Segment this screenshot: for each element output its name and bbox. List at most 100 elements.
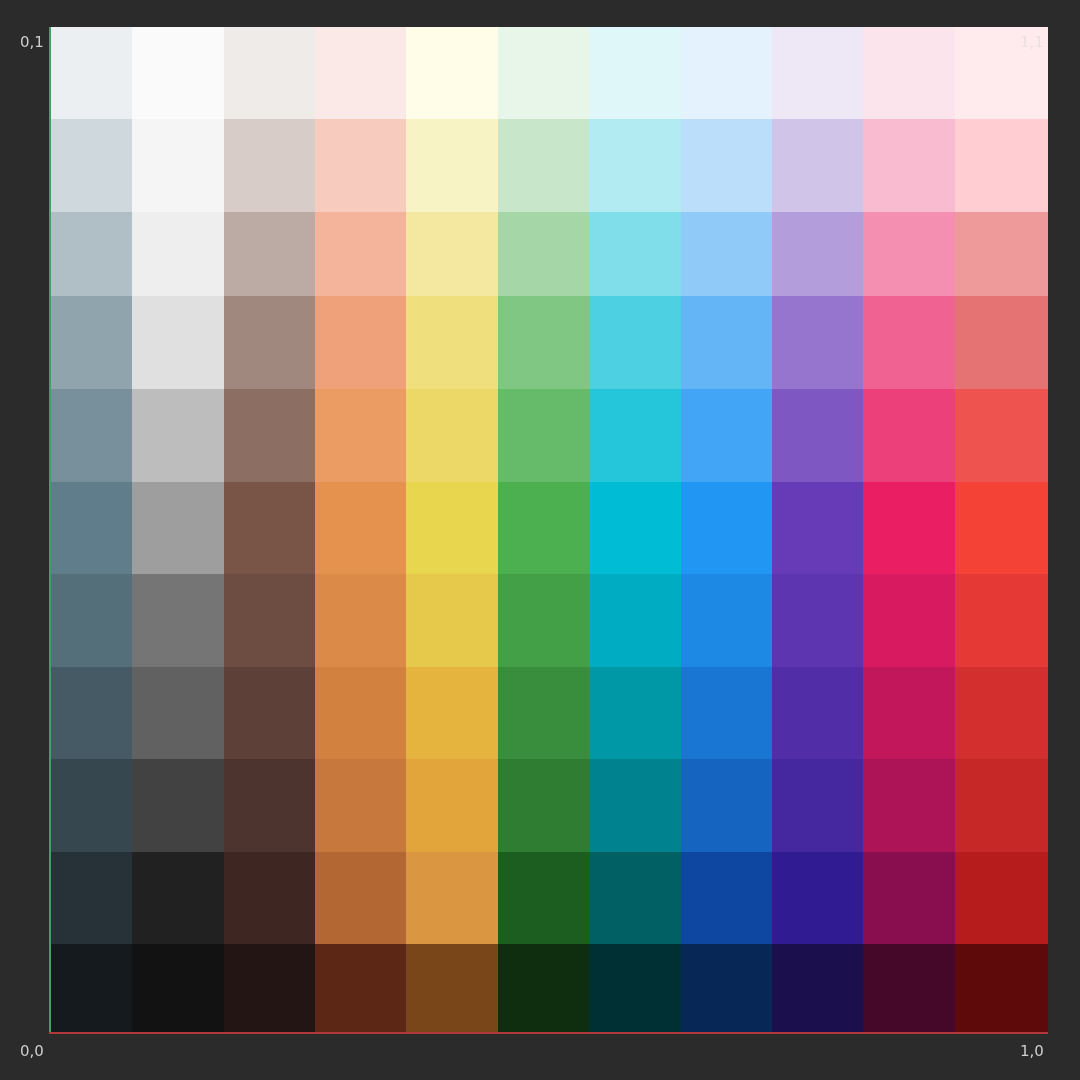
color-swatch [50, 389, 132, 482]
color-swatch [132, 296, 224, 389]
color-swatch [681, 759, 772, 852]
color-swatch [863, 212, 955, 296]
color-swatch [315, 852, 406, 944]
color-swatch [50, 212, 132, 296]
color-swatch [224, 119, 315, 212]
color-swatch [224, 27, 315, 119]
color-swatch [863, 296, 955, 389]
color-swatch [315, 119, 406, 212]
color-swatch [772, 389, 863, 482]
color-swatch [955, 212, 1048, 296]
color-swatch [50, 944, 132, 1033]
color-swatch [955, 574, 1048, 667]
color-swatch [132, 944, 224, 1033]
color-swatch [406, 852, 498, 944]
color-swatch [50, 667, 132, 759]
corner-label-top-left: 0,1 [20, 33, 44, 51]
color-swatch [955, 296, 1048, 389]
color-swatch [955, 482, 1048, 574]
color-swatch [863, 119, 955, 212]
color-swatch [498, 296, 589, 389]
color-swatch [955, 667, 1048, 759]
color-swatch [589, 852, 681, 944]
color-swatch [589, 27, 681, 119]
color-swatch [863, 667, 955, 759]
color-swatch [406, 389, 498, 482]
color-swatch [681, 389, 772, 482]
color-swatch [406, 27, 498, 119]
color-swatch [681, 27, 772, 119]
color-swatch [681, 574, 772, 667]
color-swatch [498, 212, 589, 296]
color-swatch [132, 482, 224, 574]
color-swatch [224, 944, 315, 1033]
color-swatch [589, 119, 681, 212]
color-swatch [406, 759, 498, 852]
color-swatch [772, 212, 863, 296]
color-swatch [955, 759, 1048, 852]
color-swatch [498, 667, 589, 759]
color-swatch [772, 852, 863, 944]
corner-label-bottom-right: 1,0 [1020, 1042, 1044, 1060]
color-swatch [315, 212, 406, 296]
color-swatch [406, 482, 498, 574]
color-swatch [50, 852, 132, 944]
color-swatch [863, 574, 955, 667]
color-swatch [589, 667, 681, 759]
color-swatch [772, 119, 863, 212]
color-swatch [589, 296, 681, 389]
color-swatch [132, 759, 224, 852]
color-swatch [772, 667, 863, 759]
color-swatch [863, 482, 955, 574]
color-swatch [224, 574, 315, 667]
corner-label-top-right: 1,1 [1020, 33, 1044, 51]
color-swatch [224, 212, 315, 296]
color-swatch [589, 944, 681, 1033]
color-swatch [315, 27, 406, 119]
color-swatch [498, 482, 589, 574]
color-swatch [589, 482, 681, 574]
color-swatch [406, 667, 498, 759]
color-swatch [406, 574, 498, 667]
color-swatch [224, 667, 315, 759]
uv-palette-canvas: 0,1 1,1 0,0 1,0 [0, 0, 1080, 1080]
color-swatch [406, 296, 498, 389]
color-swatch [50, 759, 132, 852]
color-swatch [498, 574, 589, 667]
color-swatch [224, 482, 315, 574]
color-swatch [132, 212, 224, 296]
color-swatch [224, 389, 315, 482]
color-swatch-grid [50, 27, 1048, 1033]
color-swatch [224, 759, 315, 852]
color-swatch [132, 389, 224, 482]
color-swatch [772, 482, 863, 574]
color-swatch [681, 212, 772, 296]
color-swatch [589, 574, 681, 667]
color-swatch [589, 759, 681, 852]
color-swatch [50, 574, 132, 667]
color-swatch [681, 667, 772, 759]
color-swatch [132, 667, 224, 759]
color-swatch [498, 27, 589, 119]
color-swatch [498, 389, 589, 482]
color-swatch [955, 852, 1048, 944]
color-swatch [863, 852, 955, 944]
color-swatch [406, 212, 498, 296]
color-swatch [498, 759, 589, 852]
color-swatch [681, 119, 772, 212]
color-swatch [224, 296, 315, 389]
color-swatch [681, 944, 772, 1033]
color-swatch [50, 296, 132, 389]
color-swatch [772, 27, 863, 119]
color-swatch [681, 482, 772, 574]
color-swatch [498, 944, 589, 1033]
color-swatch [132, 119, 224, 212]
corner-label-bottom-left: 0,0 [20, 1042, 44, 1060]
color-swatch [132, 574, 224, 667]
color-swatch [863, 389, 955, 482]
color-swatch [50, 119, 132, 212]
color-swatch [955, 389, 1048, 482]
color-swatch [132, 27, 224, 119]
color-swatch [863, 944, 955, 1033]
color-swatch [132, 852, 224, 944]
